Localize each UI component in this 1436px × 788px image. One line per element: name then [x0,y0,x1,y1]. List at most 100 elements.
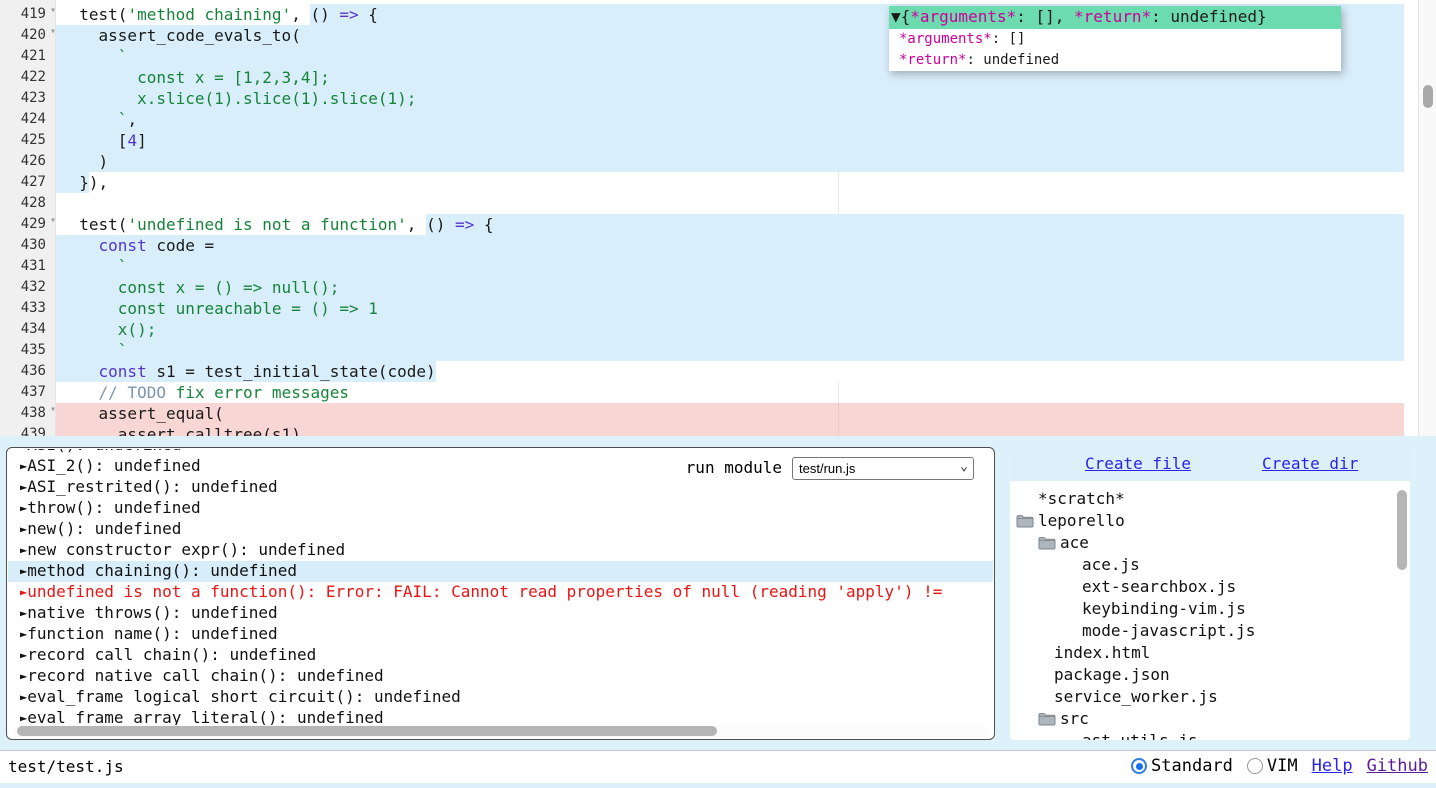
test-result-item[interactable]: ►eval_frame array_literal(): undefined [8,708,993,725]
gutter-line-429[interactable]: 429▾ [0,214,56,235]
line-number: 439 [21,426,46,436]
gutter-line-436[interactable]: 436 [0,361,56,382]
test-result-item[interactable]: ►ASI_restrited(): undefined [8,477,993,498]
create-dir-link[interactable]: Create dir [1262,454,1358,473]
tooltip-entry[interactable]: *return*: undefined [889,50,1341,71]
tree-folder-leporello[interactable]: leporello [1010,510,1410,532]
code-line-425[interactable]: [4] [56,130,1404,151]
fold-arrow-icon[interactable]: ▾ [50,215,56,226]
gutter-line-425[interactable]: 425 [0,130,56,151]
code-line-426[interactable]: ) [56,151,1404,172]
code-line-434[interactable]: x(); [56,319,1404,340]
tree-file-ace-js[interactable]: ace.js [1010,554,1410,576]
gutter-line-430[interactable]: 430 [0,235,56,256]
tree-file-index-html[interactable]: index.html [1010,642,1410,664]
mode-option-vim[interactable]: VIM [1247,756,1298,776]
code-line-439[interactable]: assert_calltree(s1) [56,424,1404,436]
tree-file-ast-utils-js[interactable]: ast_utils.js [1010,730,1410,740]
fold-arrow-icon[interactable]: ▾ [50,26,56,37]
code-line-428[interactable] [56,193,1404,214]
code-editor[interactable]: 419▾420▾421422423424425426427428429▾4304… [0,0,1436,436]
code-line-433[interactable]: const unreachable = () => 1 [56,298,1404,319]
line-number: 425 [21,132,46,148]
gutter-line-422[interactable]: 422 [0,67,56,88]
help-link[interactable]: Help [1312,756,1353,776]
test-result-item[interactable]: ►undefined is not a function(): Error: F… [8,582,993,603]
create-file-link[interactable]: Create file [1085,454,1191,473]
tree-file-mode-javascript-js[interactable]: mode-javascript.js [1010,620,1410,642]
console-hscrollbar[interactable] [13,725,988,737]
line-number: 433 [21,300,46,316]
code-text: test('undefined is not a function', () =… [60,215,494,234]
gutter-line-424[interactable]: 424 [0,109,56,130]
gutter-line-431[interactable]: 431 [0,256,56,277]
run-module-select[interactable]: test/run.js [792,457,974,480]
gutter-line-434[interactable]: 434 [0,319,56,340]
tree-item-label: service_worker.js [1054,687,1218,706]
test-result-item[interactable]: ►throw(): undefined [8,498,993,519]
tree-file-ext-searchbox-js[interactable]: ext-searchbox.js [1010,576,1410,598]
code-line-438[interactable]: assert_equal( [56,403,1404,424]
gutter-line-438[interactable]: 438▾ [0,403,56,424]
gutter-line-432[interactable]: 432 [0,277,56,298]
gutter-line-421[interactable]: 421 [0,46,56,67]
gutter-line-427[interactable]: 427 [0,172,56,193]
tree-file-service-worker-js[interactable]: service_worker.js [1010,686,1410,708]
tree-item-label: ace [1060,533,1089,552]
code-line-437[interactable]: // TODO fix error messages [56,382,1404,403]
gutter-line-419[interactable]: 419 ▾ [0,4,56,25]
gutter-line-423[interactable]: 423 [0,88,56,109]
code-line-429[interactable]: test('undefined is not a function', () =… [56,214,1404,235]
test-result-item[interactable]: ►ASI(): undefined [8,449,993,456]
test-result-item[interactable]: ►record call chain(): undefined [8,645,993,666]
test-result-item[interactable]: ►new constructor expr(): undefined [8,540,993,561]
tree-file-keybinding-vim-js[interactable]: keybinding-vim.js [1010,598,1410,620]
gutter-line-437[interactable]: 437 [0,382,56,403]
gutter-line-428[interactable]: 428 [0,193,56,214]
console-hscrollbar-thumb[interactable] [17,726,717,736]
test-result-label: throw(): undefined [27,498,200,517]
gutter-line-426[interactable]: 426 [0,151,56,172]
code-line-423[interactable]: x.slice(1).slice(1).slice(1); [56,88,1404,109]
code-line-424[interactable]: `, [56,109,1404,130]
radio-standard[interactable] [1131,758,1147,774]
test-result-item[interactable]: ►native throws(): undefined [8,603,993,624]
tree-file--scratch-[interactable]: *scratch* [1010,488,1410,510]
test-result-item[interactable]: ►method chaining(): undefined [8,561,993,582]
code-line-436[interactable]: const s1 = test_initial_state(code) [56,361,1404,382]
eval-highlight [56,256,1404,277]
tooltip-entry-key: *return* [899,52,966,68]
fold-arrow-icon[interactable]: ▾ [50,5,56,16]
editor-scrollbar[interactable] [1418,0,1436,436]
test-result-item[interactable]: ►record native call chain(): undefined [8,666,993,687]
code-line-432[interactable]: const x = () => null(); [56,277,1404,298]
fold-arrow-icon[interactable]: ▾ [50,404,56,415]
tooltip-entry[interactable]: *arguments*: [] [889,29,1341,50]
tree-folder-ace[interactable]: ace [1010,532,1410,554]
test-result-item[interactable]: ►function name(): undefined [8,624,993,645]
tooltip-header[interactable]: ▼{*arguments*: [], *return*: undefined} [889,6,1341,29]
gutter-line-435[interactable]: 435 [0,340,56,361]
code-line-435[interactable]: ` [56,340,1404,361]
radio-vim[interactable] [1247,758,1263,774]
code-line-430[interactable]: const code = [56,235,1404,256]
test-result-item[interactable]: ►new(): undefined [8,519,993,540]
editor-scrollbar-thumb[interactable] [1423,85,1433,108]
print-margin-line [838,172,839,214]
code-line-427[interactable]: }), [56,172,1404,193]
gutter-line-439[interactable]: 439 [0,424,56,436]
test-result-item[interactable]: ►eval_frame logical short circuit(): und… [8,687,993,708]
gutter-line-433[interactable]: 433 [0,298,56,319]
files-scrollbar[interactable] [1396,487,1408,735]
gutter-line-420[interactable]: 420▾ [0,25,56,46]
mode-option-standard[interactable]: Standard [1131,756,1233,776]
tree-file-package-json[interactable]: package.json [1010,664,1410,686]
github-link[interactable]: Github [1367,756,1428,776]
code-text: const s1 = test_initial_state(code) [60,362,436,381]
error-highlight [56,403,1404,424]
code-line-431[interactable]: ` [56,256,1404,277]
tree-folder-src[interactable]: src [1010,708,1410,730]
eval-highlight [56,319,1404,340]
files-scrollbar-thumb[interactable] [1397,490,1407,570]
line-number: 419 [21,6,46,22]
